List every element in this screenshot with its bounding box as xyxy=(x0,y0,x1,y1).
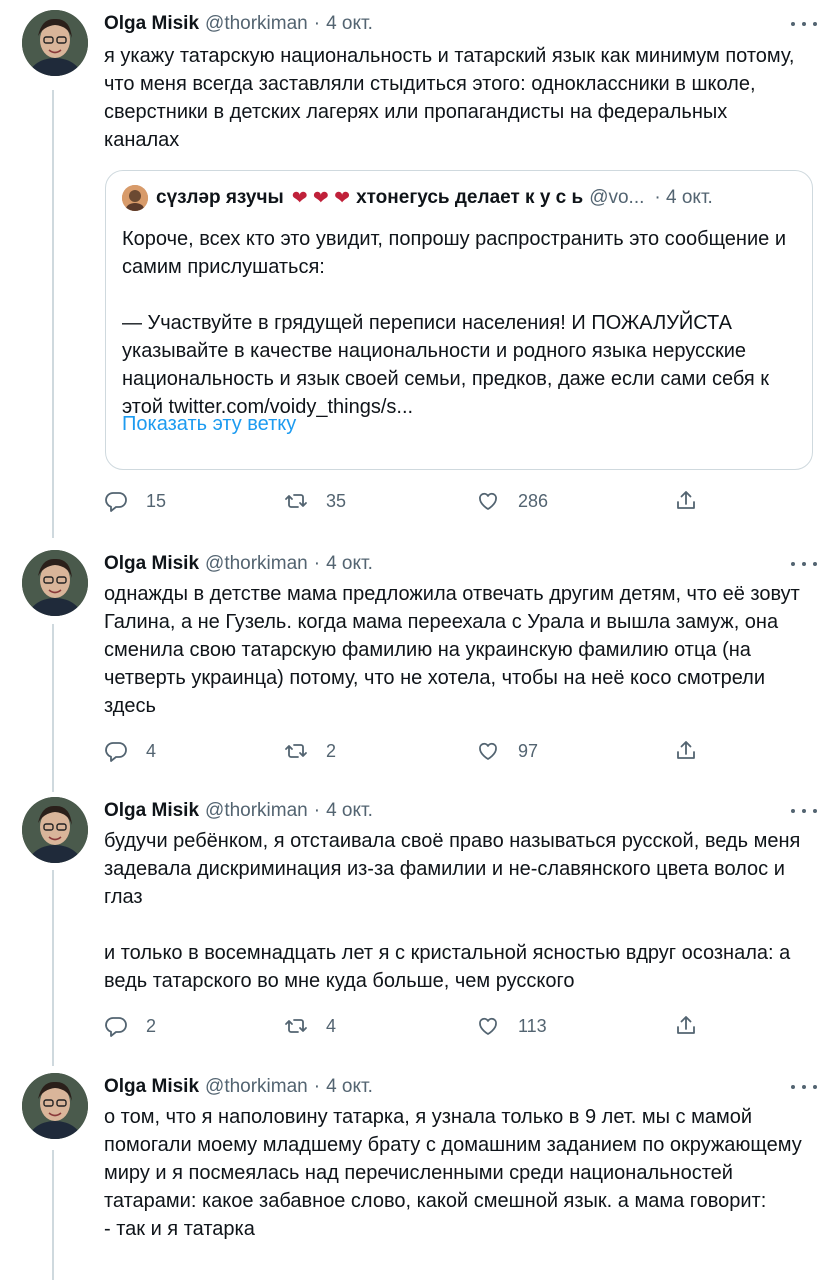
retweet-icon xyxy=(285,1019,307,1033)
tweet[interactable]: Olga Misik @thorkiman · 4 окт. однажды в… xyxy=(0,550,837,780)
tweet-header: Olga Misik @thorkiman · 4 окт. xyxy=(104,797,373,825)
reply-count: 2 xyxy=(146,1015,157,1036)
display-name[interactable]: Olga Misik xyxy=(104,13,199,35)
tweet-header: Olga Misik @thorkiman · 4 окт. xyxy=(104,10,373,38)
reply-count: 15 xyxy=(146,490,167,511)
share-button[interactable] xyxy=(674,736,698,766)
quoted-tweet-header: сүзләр язучы ❤︎ ❤︎ ❤︎ хтонегусь делает к… xyxy=(122,185,713,211)
tweet-text: я укажу татарскую национальность и татар… xyxy=(104,45,795,151)
separator-dot: · xyxy=(313,553,321,574)
heart-icon xyxy=(479,742,497,760)
tweet-text: однажды в детстве мама предложила отвеча… xyxy=(104,583,800,717)
reply-icon xyxy=(105,492,127,512)
share-icon xyxy=(677,491,695,509)
tweet-date[interactable]: 4 окт. xyxy=(326,1076,373,1098)
retweet-button[interactable]: 4 xyxy=(284,1011,336,1041)
tweet-actions: 15 35 286 xyxy=(104,486,704,516)
retweet-button[interactable]: 35 xyxy=(284,486,346,516)
tweet-actions: 2 4 113 xyxy=(104,1011,704,1041)
like-button[interactable]: 97 xyxy=(476,736,538,766)
tweet-text: будучи ребёнком, я отстаивала своё право… xyxy=(104,830,801,992)
tweet-date[interactable]: 4 окт. xyxy=(326,13,373,35)
tweet-header: Olga Misik @thorkiman · 4 окт. xyxy=(104,1073,373,1101)
heart-emoji-icon: ❤︎ ❤︎ ❤︎ xyxy=(291,187,351,209)
display-name[interactable]: Olga Misik xyxy=(104,1076,199,1098)
share-icon xyxy=(677,1016,695,1034)
share-button[interactable] xyxy=(674,1011,698,1041)
separator-dot: · xyxy=(313,800,321,821)
username[interactable]: @thorkiman xyxy=(205,800,308,822)
display-name[interactable]: Olga Misik xyxy=(104,800,199,822)
tweet[interactable]: Olga Misik @thorkiman · 4 окт. я укажу т… xyxy=(0,10,837,540)
retweet-button[interactable]: 2 xyxy=(284,736,336,766)
retweet-count: 4 xyxy=(326,1015,337,1036)
display-name[interactable]: сүзләр язучы xyxy=(156,187,284,209)
username[interactable]: @thorkiman xyxy=(205,1076,308,1098)
tweet-actions: 4 2 97 xyxy=(104,736,704,766)
separator-dot: · xyxy=(313,1076,321,1097)
reply-count: 4 xyxy=(146,740,157,761)
like-button[interactable]: 286 xyxy=(476,486,548,516)
like-count: 113 xyxy=(518,1015,547,1036)
retweet-count: 35 xyxy=(326,490,347,511)
reply-icon xyxy=(105,742,127,762)
retweet-count: 2 xyxy=(326,740,337,761)
reply-button[interactable]: 4 xyxy=(104,736,156,766)
more-icon[interactable] xyxy=(791,1077,817,1097)
quoted-tweet-text: Короче, всех кто это увидит, попрошу рас… xyxy=(122,228,786,418)
display-name[interactable]: Olga Misik xyxy=(104,553,199,575)
share-icon xyxy=(677,741,695,759)
retweet-icon xyxy=(285,744,307,758)
tweet-date[interactable]: · 4 окт. xyxy=(654,187,712,209)
quoted-tweet[interactable]: сүзләр язучы ❤︎ ❤︎ ❤︎ хтонегусь делает к… xyxy=(105,170,813,470)
tweet[interactable]: Olga Misik @thorkiman · 4 окт. о том, чт… xyxy=(0,1073,837,1280)
like-count: 97 xyxy=(518,740,539,761)
tweet-date[interactable]: 4 окт. xyxy=(326,553,373,575)
reply-button[interactable]: 15 xyxy=(104,486,166,516)
avatar[interactable] xyxy=(22,797,88,863)
retweet-icon xyxy=(285,494,307,508)
more-icon[interactable] xyxy=(791,801,817,821)
avatar xyxy=(122,185,148,211)
show-thread-link[interactable]: Показать эту ветку xyxy=(122,413,296,436)
tweet[interactable]: Olga Misik @thorkiman · 4 окт. будучи ре… xyxy=(0,797,837,1057)
reply-button[interactable]: 2 xyxy=(104,1011,156,1041)
avatar[interactable] xyxy=(22,550,88,616)
username[interactable]: @vo... xyxy=(589,187,644,209)
username[interactable]: @thorkiman xyxy=(205,13,308,35)
username[interactable]: @thorkiman xyxy=(205,553,308,575)
heart-icon xyxy=(479,1017,497,1035)
heart-icon xyxy=(479,492,497,510)
avatar[interactable] xyxy=(22,1073,88,1139)
like-count: 286 xyxy=(518,490,549,511)
like-button[interactable]: 113 xyxy=(476,1011,547,1041)
more-icon[interactable] xyxy=(791,554,817,574)
display-name-suffix[interactable]: хтонегусь делает к у с ь xyxy=(356,187,583,209)
more-icon[interactable] xyxy=(791,14,817,34)
tweet-text: о том, что я наполовину татарка, я узнал… xyxy=(104,1106,802,1240)
tweet-date[interactable]: 4 окт. xyxy=(326,800,373,822)
avatar[interactable] xyxy=(22,10,88,76)
share-button[interactable] xyxy=(674,486,698,516)
reply-icon xyxy=(105,1017,127,1037)
separator-dot: · xyxy=(313,13,321,34)
tweet-header: Olga Misik @thorkiman · 4 окт. xyxy=(104,550,373,578)
